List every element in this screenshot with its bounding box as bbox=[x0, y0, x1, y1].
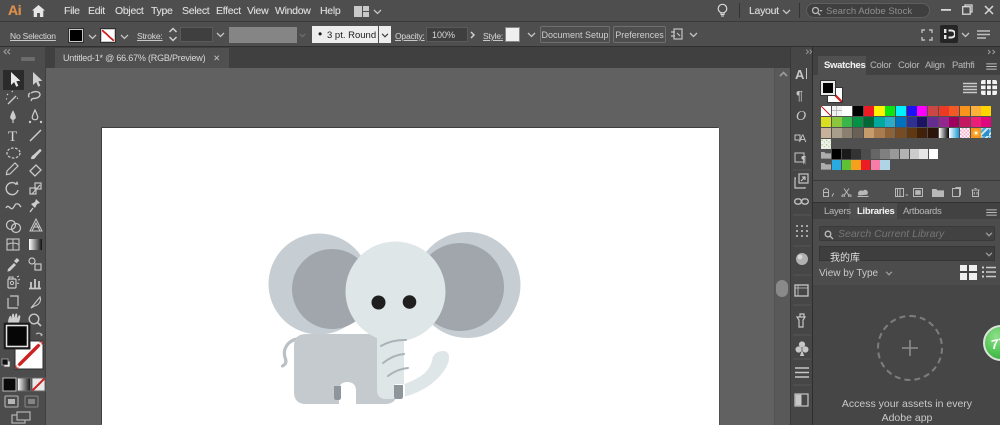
svg-text:¶: ¶ bbox=[801, 155, 806, 166]
svg-text:¶: ¶ bbox=[796, 88, 803, 103]
svg-text:O: O bbox=[796, 109, 806, 124]
svg-text:T: T bbox=[8, 129, 17, 145]
svg-text:A: A bbox=[795, 67, 805, 82]
